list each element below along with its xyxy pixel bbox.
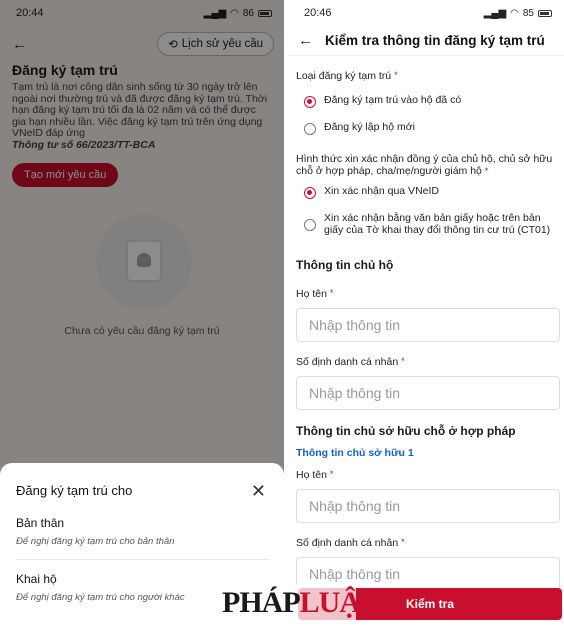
consent-method-label: Hình thức xin xác nhận đồng ý của chủ hộ… [296, 153, 553, 177]
id-number-label: Số định danh cá nhân * [296, 356, 405, 368]
radio-label: Xin xác nhận qua VNeID [324, 185, 439, 197]
owner-id-input[interactable]: Nhập thông tin [296, 376, 560, 410]
signal-icon: ▂▄▆ [483, 7, 507, 19]
radio-unselected-icon [304, 123, 316, 135]
household-owner-section-title: Thông tin chủ hộ [296, 258, 394, 272]
radio-label: Xin xác nhận bằng văn bản giấy hoặc trên… [324, 212, 551, 236]
property-owner-section-title: Thông tin chủ sở hữu chỗ ở hợp pháp [296, 424, 516, 438]
property-owner-1-link[interactable]: Thông tin chủ sở hữu 1 [296, 447, 564, 459]
radio-vneid-consent[interactable]: Xin xác nhận qua VNeID [304, 185, 564, 199]
owner-name-input[interactable]: Nhập thông tin [296, 308, 560, 342]
radio-paper-consent[interactable]: Xin xác nhận bằng văn bản giấy hoặc trên… [304, 212, 564, 236]
form: Loại đăng ký tạm trú * Đăng ký tạm trú v… [288, 56, 564, 591]
name-label: Họ tên * [296, 288, 334, 300]
id-number-label: Số định danh cá nhân * [296, 537, 405, 549]
option-title: Bản thân [16, 516, 65, 530]
radio-label: Đăng ký tạm trú vào hộ đã có [324, 94, 462, 106]
battery-icon [538, 9, 552, 17]
radio-unselected-icon [304, 219, 316, 231]
radio-selected-icon [304, 96, 316, 108]
status-bar: 20:46 ▂▄▆ ◠ 85 [288, 0, 564, 26]
right-screen: 20:46 ▂▄▆ ◠ 85 ← Kiểm tra thông tin đăng… [288, 0, 564, 626]
property-owner-name-input[interactable]: Nhập thông tin [296, 489, 560, 523]
header: ← Kiểm tra thông tin đăng ký tạm trú [288, 26, 564, 56]
watermark-logo: PHÁPLUẬT [222, 583, 380, 623]
sheet-option-self[interactable]: Bản thân Để nghị đăng ký tạm trú cho bản… [0, 516, 284, 547]
name-label: Họ tên * [296, 469, 334, 481]
registration-type-label: Loại đăng ký tạm trú * [296, 70, 398, 82]
divider [16, 559, 268, 560]
status-icons: ▂▄▆ ◠ 85 [484, 8, 552, 19]
back-arrow-icon[interactable]: ← [298, 32, 313, 49]
radio-label: Đăng ký lập hộ mới [324, 121, 415, 133]
radio-new-household[interactable]: Đăng ký lập hộ mới [304, 121, 564, 135]
left-screen: 20:44 ▂▄▆ ◠ 86 ← ⟲ Lịch sử yêu cầu Đăng … [0, 0, 284, 626]
header-title: Kiểm tra thông tin đăng ký tạm trú [325, 33, 545, 48]
option-subtitle: Để nghị đăng ký tạm trú cho bản thân [16, 536, 175, 547]
sheet-title: Đăng ký tạm trú cho [16, 483, 133, 498]
status-time: 20:46 [304, 7, 332, 19]
close-icon[interactable]: ✕ [251, 482, 266, 500]
radio-existing-household[interactable]: Đăng ký tạm trú vào hộ đã có [304, 94, 564, 108]
wifi-icon: ◠ [510, 7, 519, 19]
radio-selected-icon [304, 187, 316, 199]
battery-level: 85 [522, 7, 534, 19]
